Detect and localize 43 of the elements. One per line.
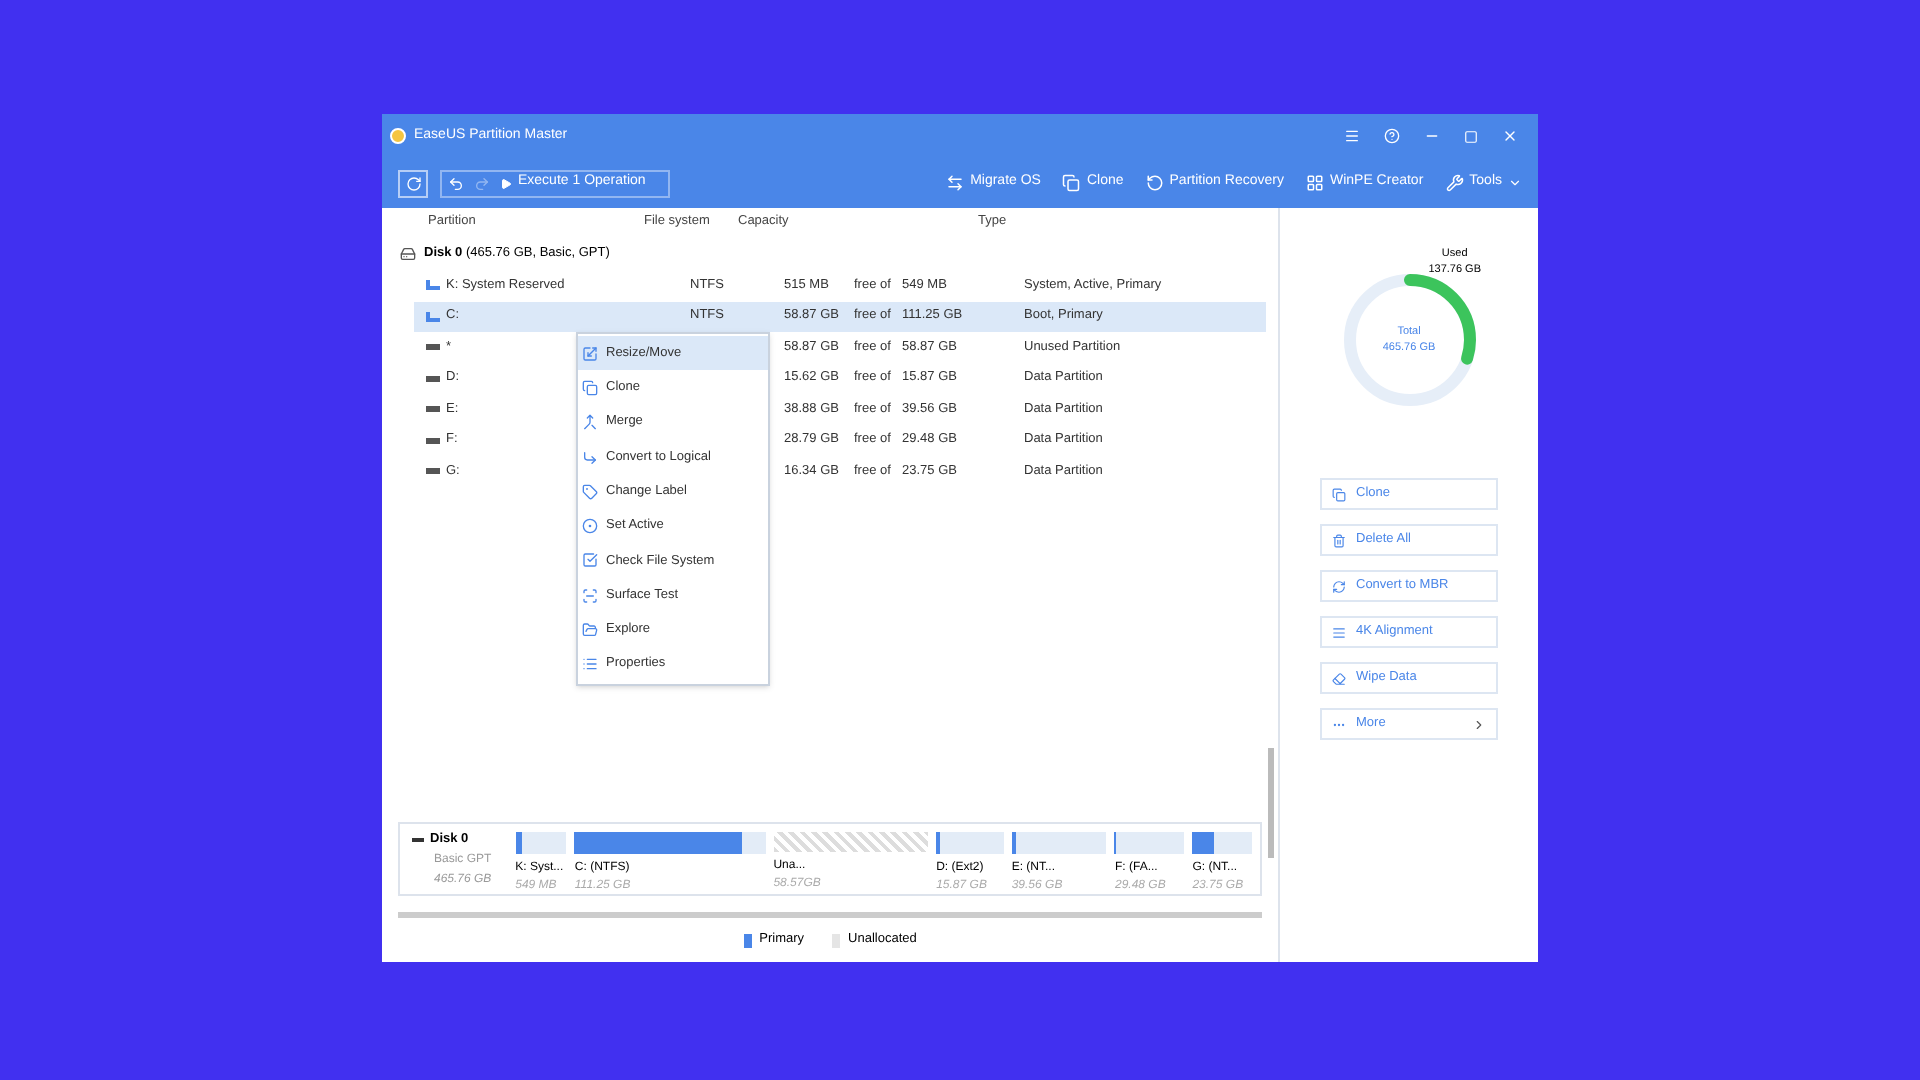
- system-drive-icon: [426, 311, 440, 322]
- menu-item-icon: [582, 518, 598, 535]
- help-icon[interactable]: [1384, 128, 1400, 144]
- partition-bar[interactable]: [1114, 832, 1185, 854]
- system-drive-icon: [426, 280, 440, 291]
- menu-item-icon: [582, 552, 598, 569]
- action-icon: [1332, 579, 1346, 593]
- partition-bar[interactable]: [1192, 832, 1252, 854]
- menu-item-icon: [582, 414, 598, 431]
- tools-icon: [1445, 174, 1464, 192]
- drive-icon: [426, 344, 440, 351]
- refresh-icon: [405, 175, 421, 191]
- action-icon: [1332, 533, 1346, 547]
- menu-item-icon: [582, 622, 598, 639]
- drive-icon: [426, 437, 440, 444]
- drive-icon: [426, 406, 440, 413]
- clone-icon: [1062, 174, 1081, 192]
- drive-icon: [426, 375, 440, 382]
- partition-bar[interactable]: [515, 832, 567, 854]
- undo-icon[interactable]: [448, 175, 464, 191]
- scrollbar: [1268, 748, 1274, 858]
- close-icon[interactable]: [1502, 128, 1518, 144]
- menu-item-icon: [582, 587, 598, 604]
- menu-item-icon: [582, 656, 598, 673]
- chevron-down-icon: [1508, 176, 1522, 190]
- action-icon: [1332, 671, 1346, 685]
- action-icon: [1332, 487, 1346, 501]
- primary-swatch: [743, 933, 752, 947]
- drive-icon: [426, 468, 440, 475]
- unallocated-swatch: [832, 933, 841, 947]
- maximize-icon[interactable]: [1464, 129, 1478, 143]
- menu-item-icon: [582, 379, 598, 396]
- play-icon: [500, 177, 512, 189]
- refresh-button[interactable]: [398, 169, 428, 197]
- menu-item-icon: [582, 449, 598, 466]
- app-logo-icon: [390, 128, 406, 144]
- partition-bar[interactable]: [936, 832, 1004, 854]
- partition-bar[interactable]: [1011, 832, 1107, 854]
- menu-icon[interactable]: [1344, 128, 1360, 144]
- drive-icon: [412, 837, 424, 842]
- action-icon: [1332, 625, 1346, 639]
- menu-item-icon: [582, 345, 598, 362]
- menu-item-icon: [582, 483, 598, 500]
